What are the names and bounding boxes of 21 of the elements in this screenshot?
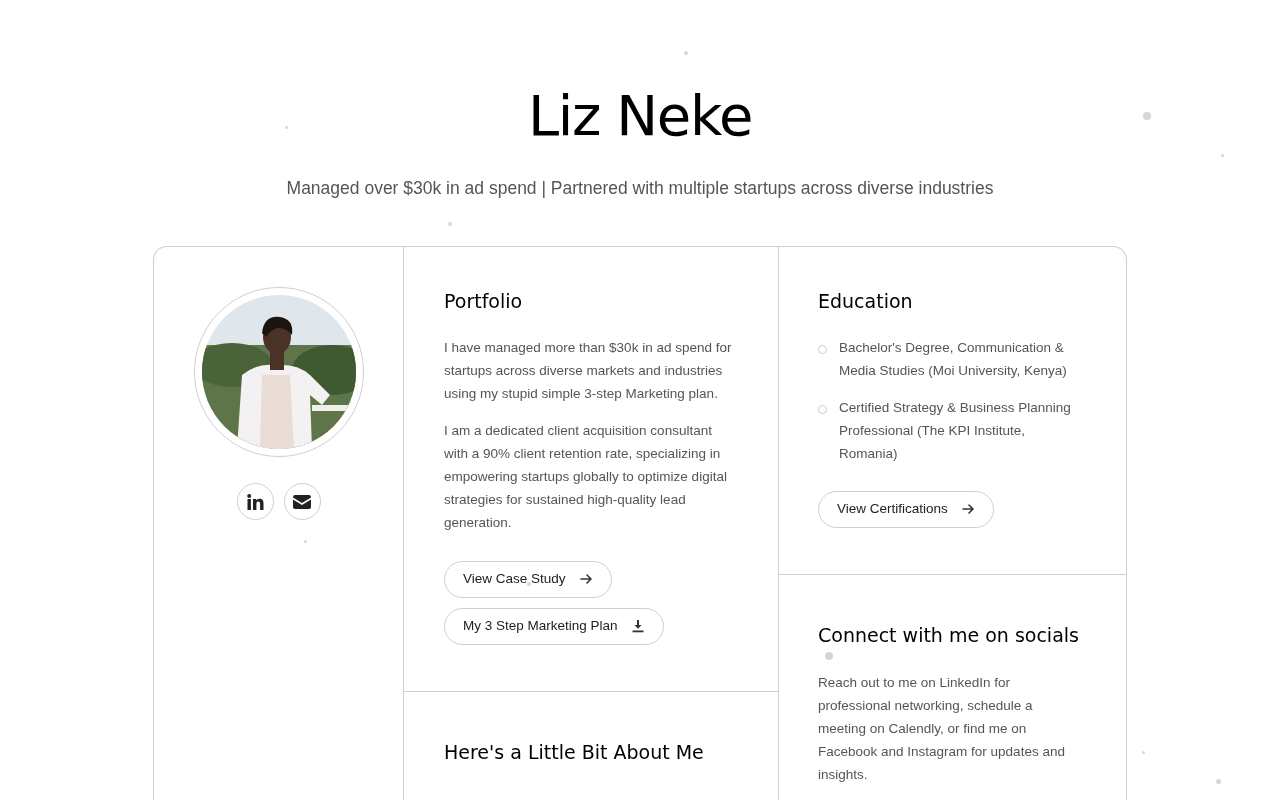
certifications-button[interactable]: View Certifications [818, 490, 994, 528]
email-button[interactable] [283, 483, 321, 521]
linkedin-button[interactable] [236, 483, 274, 521]
section-title: Portfolio [444, 289, 524, 315]
tagline: Managed over $30k in ad spend | Partnered with multiple startups across diverse industries [286, 177, 994, 200]
envelope-icon [293, 494, 311, 509]
paragraph: I am a dedicated client acquisition consultant with a 90% client retention rate, specializing in empowering startups globally to optimize digital strategies for sustained high-quality lead generation. [444, 421, 728, 532]
page-title: Liz Neke [528, 82, 752, 150]
case-study-button[interactable]: View Case Study [444, 560, 612, 598]
download-button[interactable]: My 3 Step Marketing Plan [444, 607, 664, 645]
arrow-right-icon [578, 572, 593, 587]
linkedin-icon [246, 493, 264, 510]
section-title: Connect with me on socials [818, 622, 1080, 648]
arrow-right-icon [960, 502, 975, 517]
education-item: Certified Strategy & Business Planning Professional (The KPI Institute, Romania) [839, 398, 1072, 463]
paragraph: I have managed more than $30k in ad spend for startups across diverse markets and industries using my stupid simple 3-step Marketing plan. [444, 338, 733, 403]
section-title: Here's a Little Bit About Me [444, 739, 705, 765]
section-title: Education [818, 289, 914, 315]
download-icon [630, 619, 645, 634]
education-item: Bachelor's Degree, Communication & Media Studies (Moi University, Kenya) [839, 338, 1068, 380]
paragraph: Reach out to me on LinkedIn for professional networking, schedule a meeting on Calendly, or find me on Facebook and Instagram for updates and insights. [818, 674, 1066, 785]
